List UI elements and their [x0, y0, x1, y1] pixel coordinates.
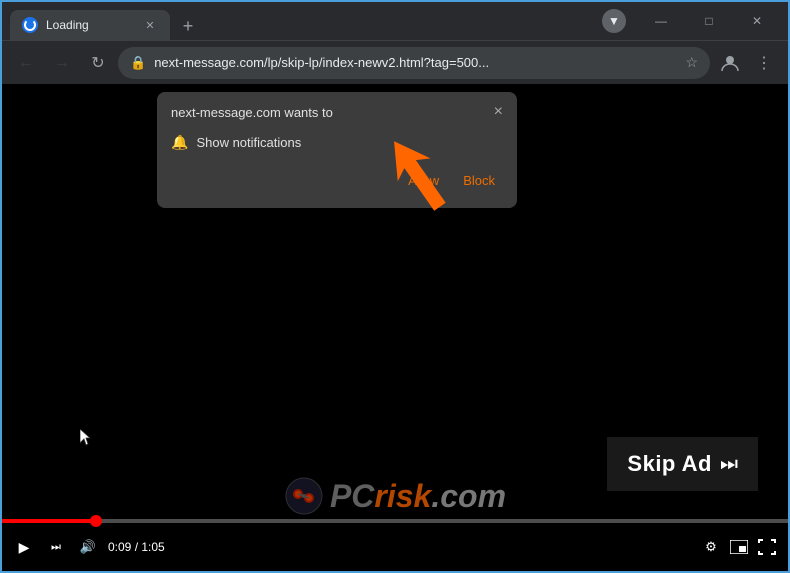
- block-button[interactable]: Block: [455, 167, 503, 194]
- tab-favicon-icon: [22, 17, 38, 33]
- bell-icon: 🔔: [171, 134, 188, 151]
- title-bar: Loading ✕ + ▼ — □ ✕: [2, 2, 788, 40]
- next-button[interactable]: ⏭: [44, 535, 68, 559]
- notification-option: 🔔 Show notifications: [171, 130, 503, 155]
- page-content: next-message.com wants to × 🔔 Show notif…: [2, 84, 788, 571]
- pcrisk-text: PCrisk.com: [330, 478, 506, 515]
- tab-area: Loading ✕ +: [10, 2, 598, 40]
- active-tab[interactable]: Loading ✕: [10, 10, 170, 40]
- allow-button[interactable]: Allow: [400, 167, 447, 194]
- time-display: 0:09 / 1:05: [108, 540, 165, 554]
- profile-button[interactable]: [714, 47, 746, 79]
- toolbar: ← → ↻ 🔒 next-message.com/lp/skip-lp/inde…: [2, 40, 788, 84]
- forward-button[interactable]: →: [46, 47, 78, 79]
- window-controls: — □ ✕: [638, 6, 780, 36]
- url-text: next-message.com/lp/skip-lp/index-newv2.…: [154, 55, 677, 70]
- title-bar-menu-button[interactable]: ▼: [602, 9, 626, 33]
- back-button[interactable]: ←: [10, 47, 42, 79]
- toolbar-icons: ⋮: [714, 47, 780, 79]
- video-controls-bar: ▶ ⏭ 🔊 0:09 / 1:05 ⚙: [2, 523, 788, 571]
- bookmark-icon[interactable]: ☆: [685, 54, 698, 71]
- address-bar[interactable]: 🔒 next-message.com/lp/skip-lp/index-newv…: [118, 47, 710, 79]
- volume-button[interactable]: 🔊: [76, 535, 100, 559]
- fullscreen-button[interactable]: [756, 536, 778, 558]
- miniplayer-button[interactable]: [728, 536, 750, 558]
- maximize-button[interactable]: □: [686, 6, 732, 36]
- popup-close-button[interactable]: ×: [494, 104, 503, 120]
- popup-header: next-message.com wants to ×: [171, 104, 503, 122]
- popup-site-text: next-message.com wants to: [171, 104, 486, 122]
- mouse-cursor-icon: [80, 429, 92, 445]
- close-button[interactable]: ✕: [734, 6, 780, 36]
- current-time: 0:09: [108, 540, 131, 554]
- volume-icon: 🔊: [80, 539, 96, 555]
- play-button[interactable]: ▶: [12, 535, 36, 559]
- menu-button[interactable]: ⋮: [748, 47, 780, 79]
- skip-ad-icon: ⏭: [720, 453, 738, 476]
- pcrisk-logo-icon: [284, 476, 324, 516]
- skip-ad-label: Skip Ad: [627, 451, 712, 477]
- refresh-button[interactable]: ↻: [82, 47, 114, 79]
- notification-option-label: Show notifications: [196, 135, 301, 150]
- tab-title: Loading: [46, 18, 134, 32]
- lock-icon: 🔒: [130, 55, 146, 71]
- notification-popup: next-message.com wants to × 🔔 Show notif…: [157, 92, 517, 208]
- pcrisk-watermark: PCrisk.com: [284, 476, 506, 516]
- notification-actions: Allow Block: [171, 167, 503, 194]
- total-time: 1:05: [141, 540, 164, 554]
- right-controls: ⚙: [700, 536, 778, 558]
- minimize-button[interactable]: —: [638, 6, 684, 36]
- video-area: next-message.com wants to × 🔔 Show notif…: [2, 84, 788, 571]
- skip-ad-button[interactable]: Skip Ad ⏭: [607, 437, 758, 491]
- settings-button[interactable]: ⚙: [700, 536, 722, 558]
- browser-window: Loading ✕ + ▼ — □ ✕ ← → ↻ 🔒 next-message…: [0, 0, 790, 573]
- new-tab-button[interactable]: +: [174, 12, 202, 40]
- tab-close-button[interactable]: ✕: [142, 17, 158, 33]
